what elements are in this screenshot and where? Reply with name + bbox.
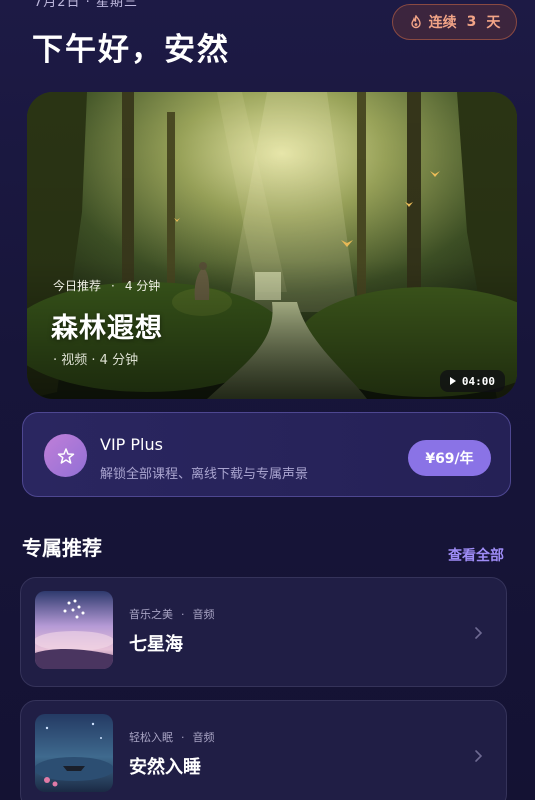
card-category: 音乐之美 bbox=[129, 608, 173, 621]
star-icon bbox=[57, 447, 74, 464]
vip-description: 解锁全部课程、离线下载与专属声景 bbox=[100, 467, 309, 482]
home-screen: 7月2日 · 星期三 下午好，安然 连续 3 天 今日推荐 · 4 分钟 森林遐… bbox=[0, 0, 535, 800]
vip-badge bbox=[44, 434, 87, 477]
vip-title: VIP Plus bbox=[100, 435, 163, 454]
hero-title: 森林遐想 bbox=[51, 313, 163, 344]
see-all-link[interactable]: 查看全部 bbox=[448, 545, 504, 565]
streak-unit: 天 bbox=[486, 15, 501, 31]
thumbnail-image bbox=[35, 591, 113, 669]
section-title: 专属推荐 bbox=[22, 536, 102, 560]
vip-price-button[interactable]: ¥69/年 bbox=[408, 440, 491, 476]
hero-meta: 今日推荐 · 4 分钟 bbox=[53, 279, 161, 293]
streak-badge[interactable]: 连续 3 天 bbox=[392, 4, 517, 40]
duration-badge: 04:00 bbox=[439, 370, 505, 392]
thumbnail-image bbox=[35, 714, 113, 792]
card-meta: 轻松入眠 · 音频 bbox=[129, 731, 215, 744]
duration-value: 04:00 bbox=[461, 374, 495, 388]
card-title: 安然入睡 bbox=[129, 757, 201, 778]
date-line: 7月2日 · 星期三 bbox=[34, 0, 138, 10]
card-meta: 音乐之美 · 音频 bbox=[129, 608, 215, 621]
list-item[interactable]: 音乐之美 · 音频 七星海 bbox=[20, 577, 507, 687]
card-type: 音频 bbox=[192, 731, 215, 744]
hero-minutes: 4 分钟 bbox=[124, 279, 161, 293]
list-item[interactable]: 轻松入眠 · 音频 安然入睡 bbox=[20, 700, 507, 800]
streak-count: 3 bbox=[466, 14, 477, 30]
chevron-right-icon bbox=[475, 750, 483, 762]
chevron-right-icon bbox=[475, 627, 483, 639]
card-category: 轻松入眠 bbox=[129, 731, 173, 744]
flame-icon bbox=[410, 15, 421, 29]
featured-video-card[interactable]: 今日推荐 · 4 分钟 森林遐想 · 视频 · 4 分钟 04:00 bbox=[27, 92, 517, 399]
streak-prefix: 连续 bbox=[428, 15, 457, 31]
page-title: 下午好，安然 bbox=[32, 32, 230, 68]
hero-tag: 今日推荐 bbox=[53, 279, 102, 293]
card-title: 七星海 bbox=[129, 634, 183, 655]
card-type: 音频 bbox=[192, 608, 215, 621]
hero-subtitle: · 视频 · 4 分钟 bbox=[53, 353, 139, 368]
vip-banner[interactable]: VIP Plus 解锁全部课程、离线下载与专属声景 ¥69/年 bbox=[22, 412, 511, 497]
play-icon bbox=[449, 377, 456, 385]
